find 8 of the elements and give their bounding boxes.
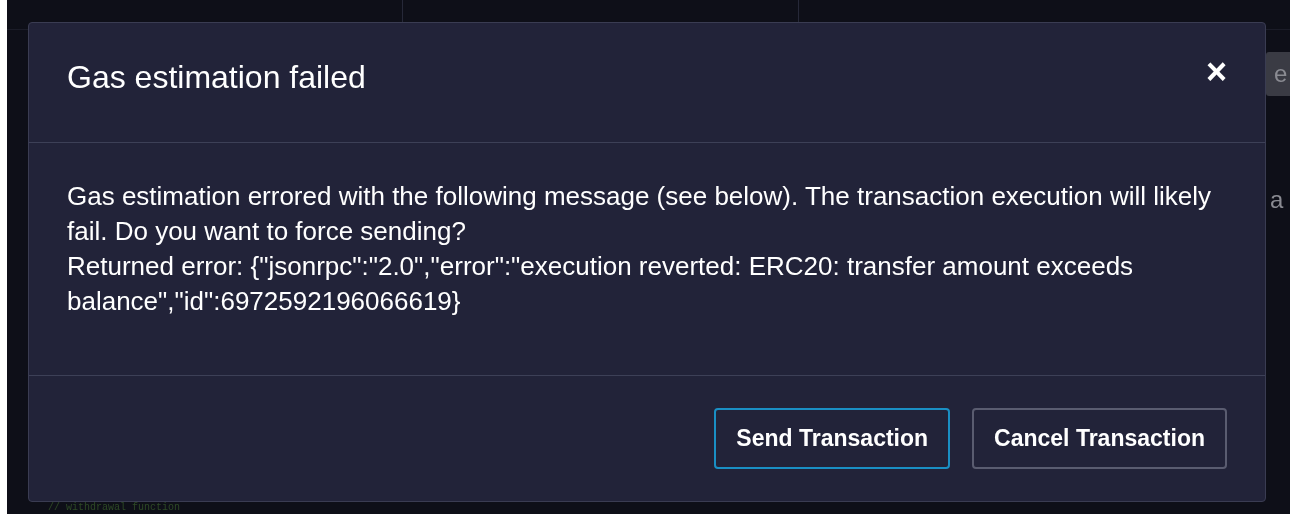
message-text: Returned error: {"jsonrpc":"2.0","error":"execution reverted: ERC20: transfer amount exceeds balance","id":6972592196066619} (67, 250, 1135, 318)
dialog-title: Gas estimation failed (67, 57, 366, 97)
message-text: Gas estimation errored with the following message (see below). The transaction execution will likely fail. Do you want to force sending? (67, 180, 1213, 248)
dialog-button[interactable]: Cancel Transaction (972, 408, 1227, 469)
background-text: a (1270, 185, 1284, 215)
close-button[interactable]: × (1205, 53, 1227, 90)
code-line: // withdrawal function (48, 502, 181, 513)
dialog-button[interactable]: Send Transaction (714, 408, 951, 469)
